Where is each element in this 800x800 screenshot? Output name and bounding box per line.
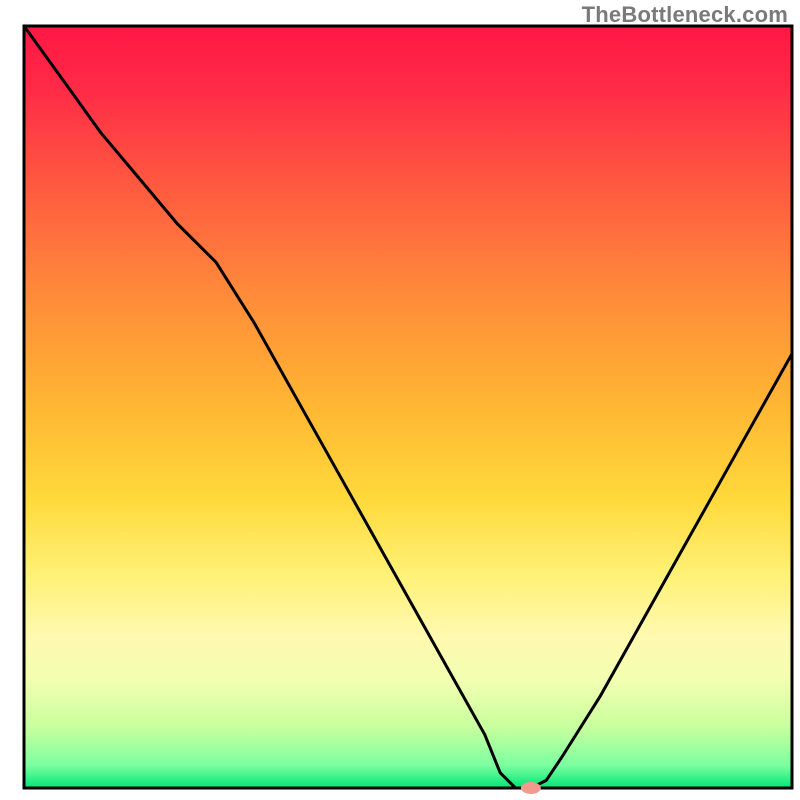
plot-area bbox=[24, 26, 792, 788]
watermark-text: TheBottleneck.com bbox=[582, 2, 788, 28]
chart-svg bbox=[0, 0, 800, 800]
optimal-point-marker bbox=[521, 782, 541, 794]
bottleneck-chart: TheBottleneck.com bbox=[0, 0, 800, 800]
